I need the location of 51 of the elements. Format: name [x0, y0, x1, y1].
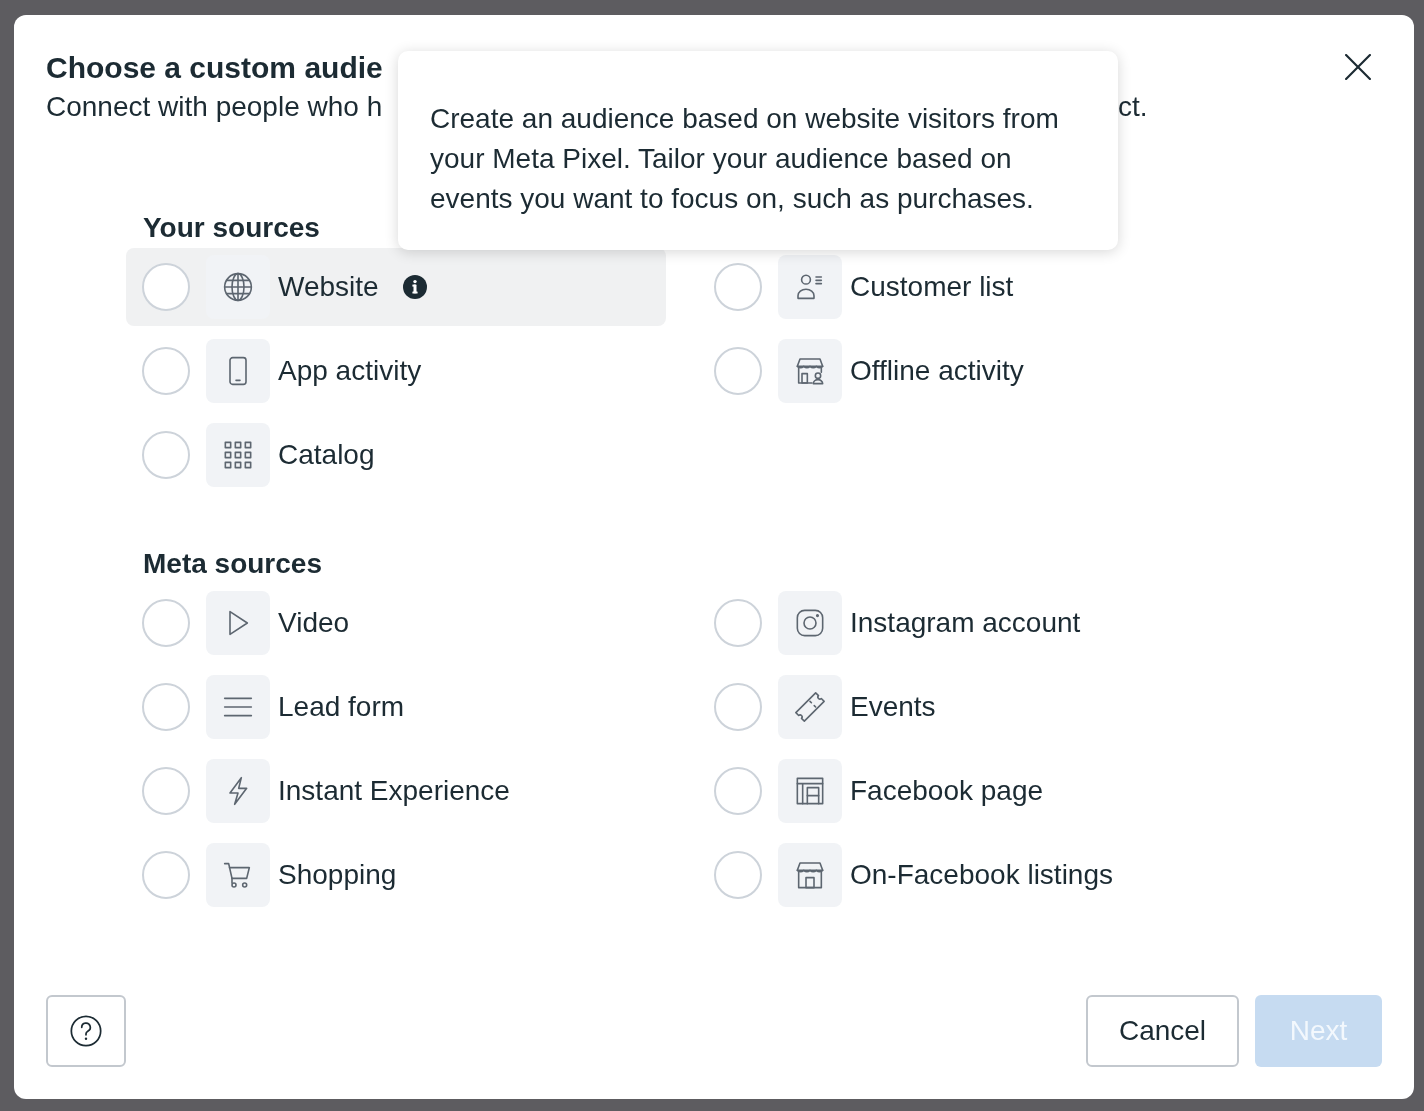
dialog-subtitle: ct.: [1118, 90, 1148, 124]
source-option[interactable]: Events: [698, 668, 1238, 746]
radio-button[interactable]: [142, 347, 190, 395]
radio-button[interactable]: [714, 599, 762, 647]
source-option[interactable]: Video: [126, 584, 666, 662]
close-icon: [1345, 54, 1371, 80]
section-heading: Meta sources: [143, 547, 322, 581]
storefront-icon: [778, 339, 842, 403]
source-option[interactable]: Customer list: [698, 248, 1238, 326]
radio-button[interactable]: [142, 767, 190, 815]
source-option[interactable]: Facebook page: [698, 752, 1238, 830]
storefront-icon: [778, 843, 842, 907]
cart-icon: [206, 843, 270, 907]
radio-button[interactable]: [142, 599, 190, 647]
radio-button[interactable]: [142, 851, 190, 899]
radio-button[interactable]: [142, 683, 190, 731]
source-option[interactable]: Instant Experience: [126, 752, 666, 830]
source-option[interactable]: Shopping: [126, 836, 666, 914]
radio-button[interactable]: [142, 263, 190, 311]
source-option[interactable]: Instagram account: [698, 584, 1238, 662]
dialog-subtitle: Connect with people who h: [46, 90, 383, 124]
dialog-title: Choose a custom audie: [46, 50, 383, 86]
camera-icon: [778, 591, 842, 655]
lightning-icon: [206, 759, 270, 823]
grid-icon: [206, 423, 270, 487]
info-icon[interactable]: [402, 275, 427, 299]
cancel-button[interactable]: Cancel: [1086, 995, 1239, 1067]
source-option[interactable]: Lead form: [126, 668, 666, 746]
ticket-icon: [778, 675, 842, 739]
source-option[interactable]: App activity: [126, 332, 666, 410]
source-option[interactable]: Catalog: [126, 416, 666, 494]
source-option[interactable]: Offline activity: [698, 332, 1238, 410]
radio-button[interactable]: [714, 767, 762, 815]
globe-icon: [206, 255, 270, 319]
tooltip-text: Create an audience based on website visitors from your Meta Pixel. Tailor your audience based on events you want to focus on, such as purchases.: [430, 102, 1060, 216]
source-option[interactable]: On-Facebook listings: [698, 836, 1238, 914]
help-icon: [70, 1015, 102, 1047]
person-list-icon: [778, 255, 842, 319]
play-icon: [206, 591, 270, 655]
radio-button[interactable]: [714, 683, 762, 731]
radio-button[interactable]: [714, 851, 762, 899]
close-button[interactable]: [1345, 54, 1371, 80]
section-heading: Your sources: [143, 211, 320, 245]
lines-icon: [206, 675, 270, 739]
radio-button[interactable]: [142, 431, 190, 479]
page-layout-icon: [778, 759, 842, 823]
source-option[interactable]: Website: [126, 248, 666, 326]
radio-button[interactable]: [714, 347, 762, 395]
help-button[interactable]: [46, 995, 126, 1067]
phone-icon: [206, 339, 270, 403]
radio-button[interactable]: [714, 263, 762, 311]
